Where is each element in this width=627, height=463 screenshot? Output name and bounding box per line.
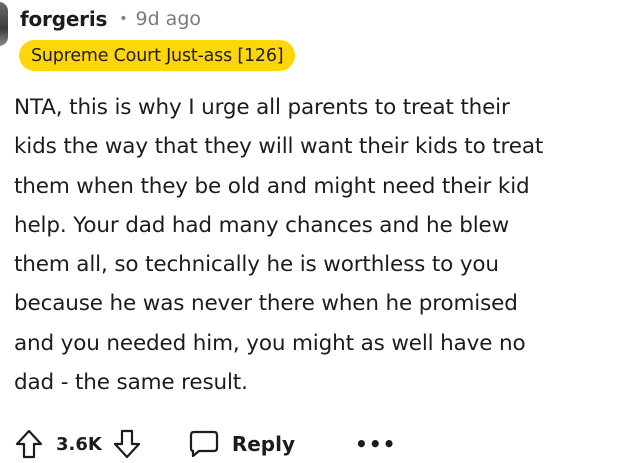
arrow-down-icon: [113, 429, 140, 459]
comment-line: them when they be old and might need the…: [14, 173, 530, 199]
downvote-button[interactable]: [112, 428, 142, 460]
avatar[interactable]: [0, 2, 8, 46]
comment-line: kids the way that they will want their k…: [14, 134, 544, 160]
comment-line: NTA, this is why I urge all parents to t…: [14, 95, 510, 120]
more-options-button[interactable]: •••: [355, 426, 396, 462]
reply-label: Reply: [231, 432, 296, 456]
comment-body: NTA, this is why I urge all parents to t…: [14, 88, 618, 402]
upvote-button[interactable]: [14, 428, 44, 460]
user-flair: Supreme Court Just-ass [126]: [19, 40, 296, 71]
separator-dot: •: [119, 11, 128, 27]
arrow-up-icon: [15, 429, 43, 459]
comment-line: and you needed him, you might as well ha…: [14, 330, 526, 356]
comment-header: forgeris • 9d ago: [20, 4, 201, 34]
reply-button[interactable]: Reply: [188, 429, 295, 459]
comment-line: help. Your dad had many chances and he b…: [14, 212, 510, 238]
comment-line: dad - the same result.: [14, 370, 248, 396]
username-link[interactable]: forgeris: [20, 7, 107, 31]
timestamp[interactable]: 9d ago: [135, 8, 201, 30]
comment-line: because he was never there when he promi…: [14, 291, 518, 317]
comment-line: them all, so technically he is worthless…: [14, 252, 499, 278]
vote-count: 3.6K: [56, 433, 102, 455]
comment: forgeris • 9d ago Supreme Court Just-ass…: [0, 0, 627, 463]
speech-bubble-icon: [189, 430, 218, 458]
comment-actions: 3.6K Reply •••: [14, 426, 396, 462]
